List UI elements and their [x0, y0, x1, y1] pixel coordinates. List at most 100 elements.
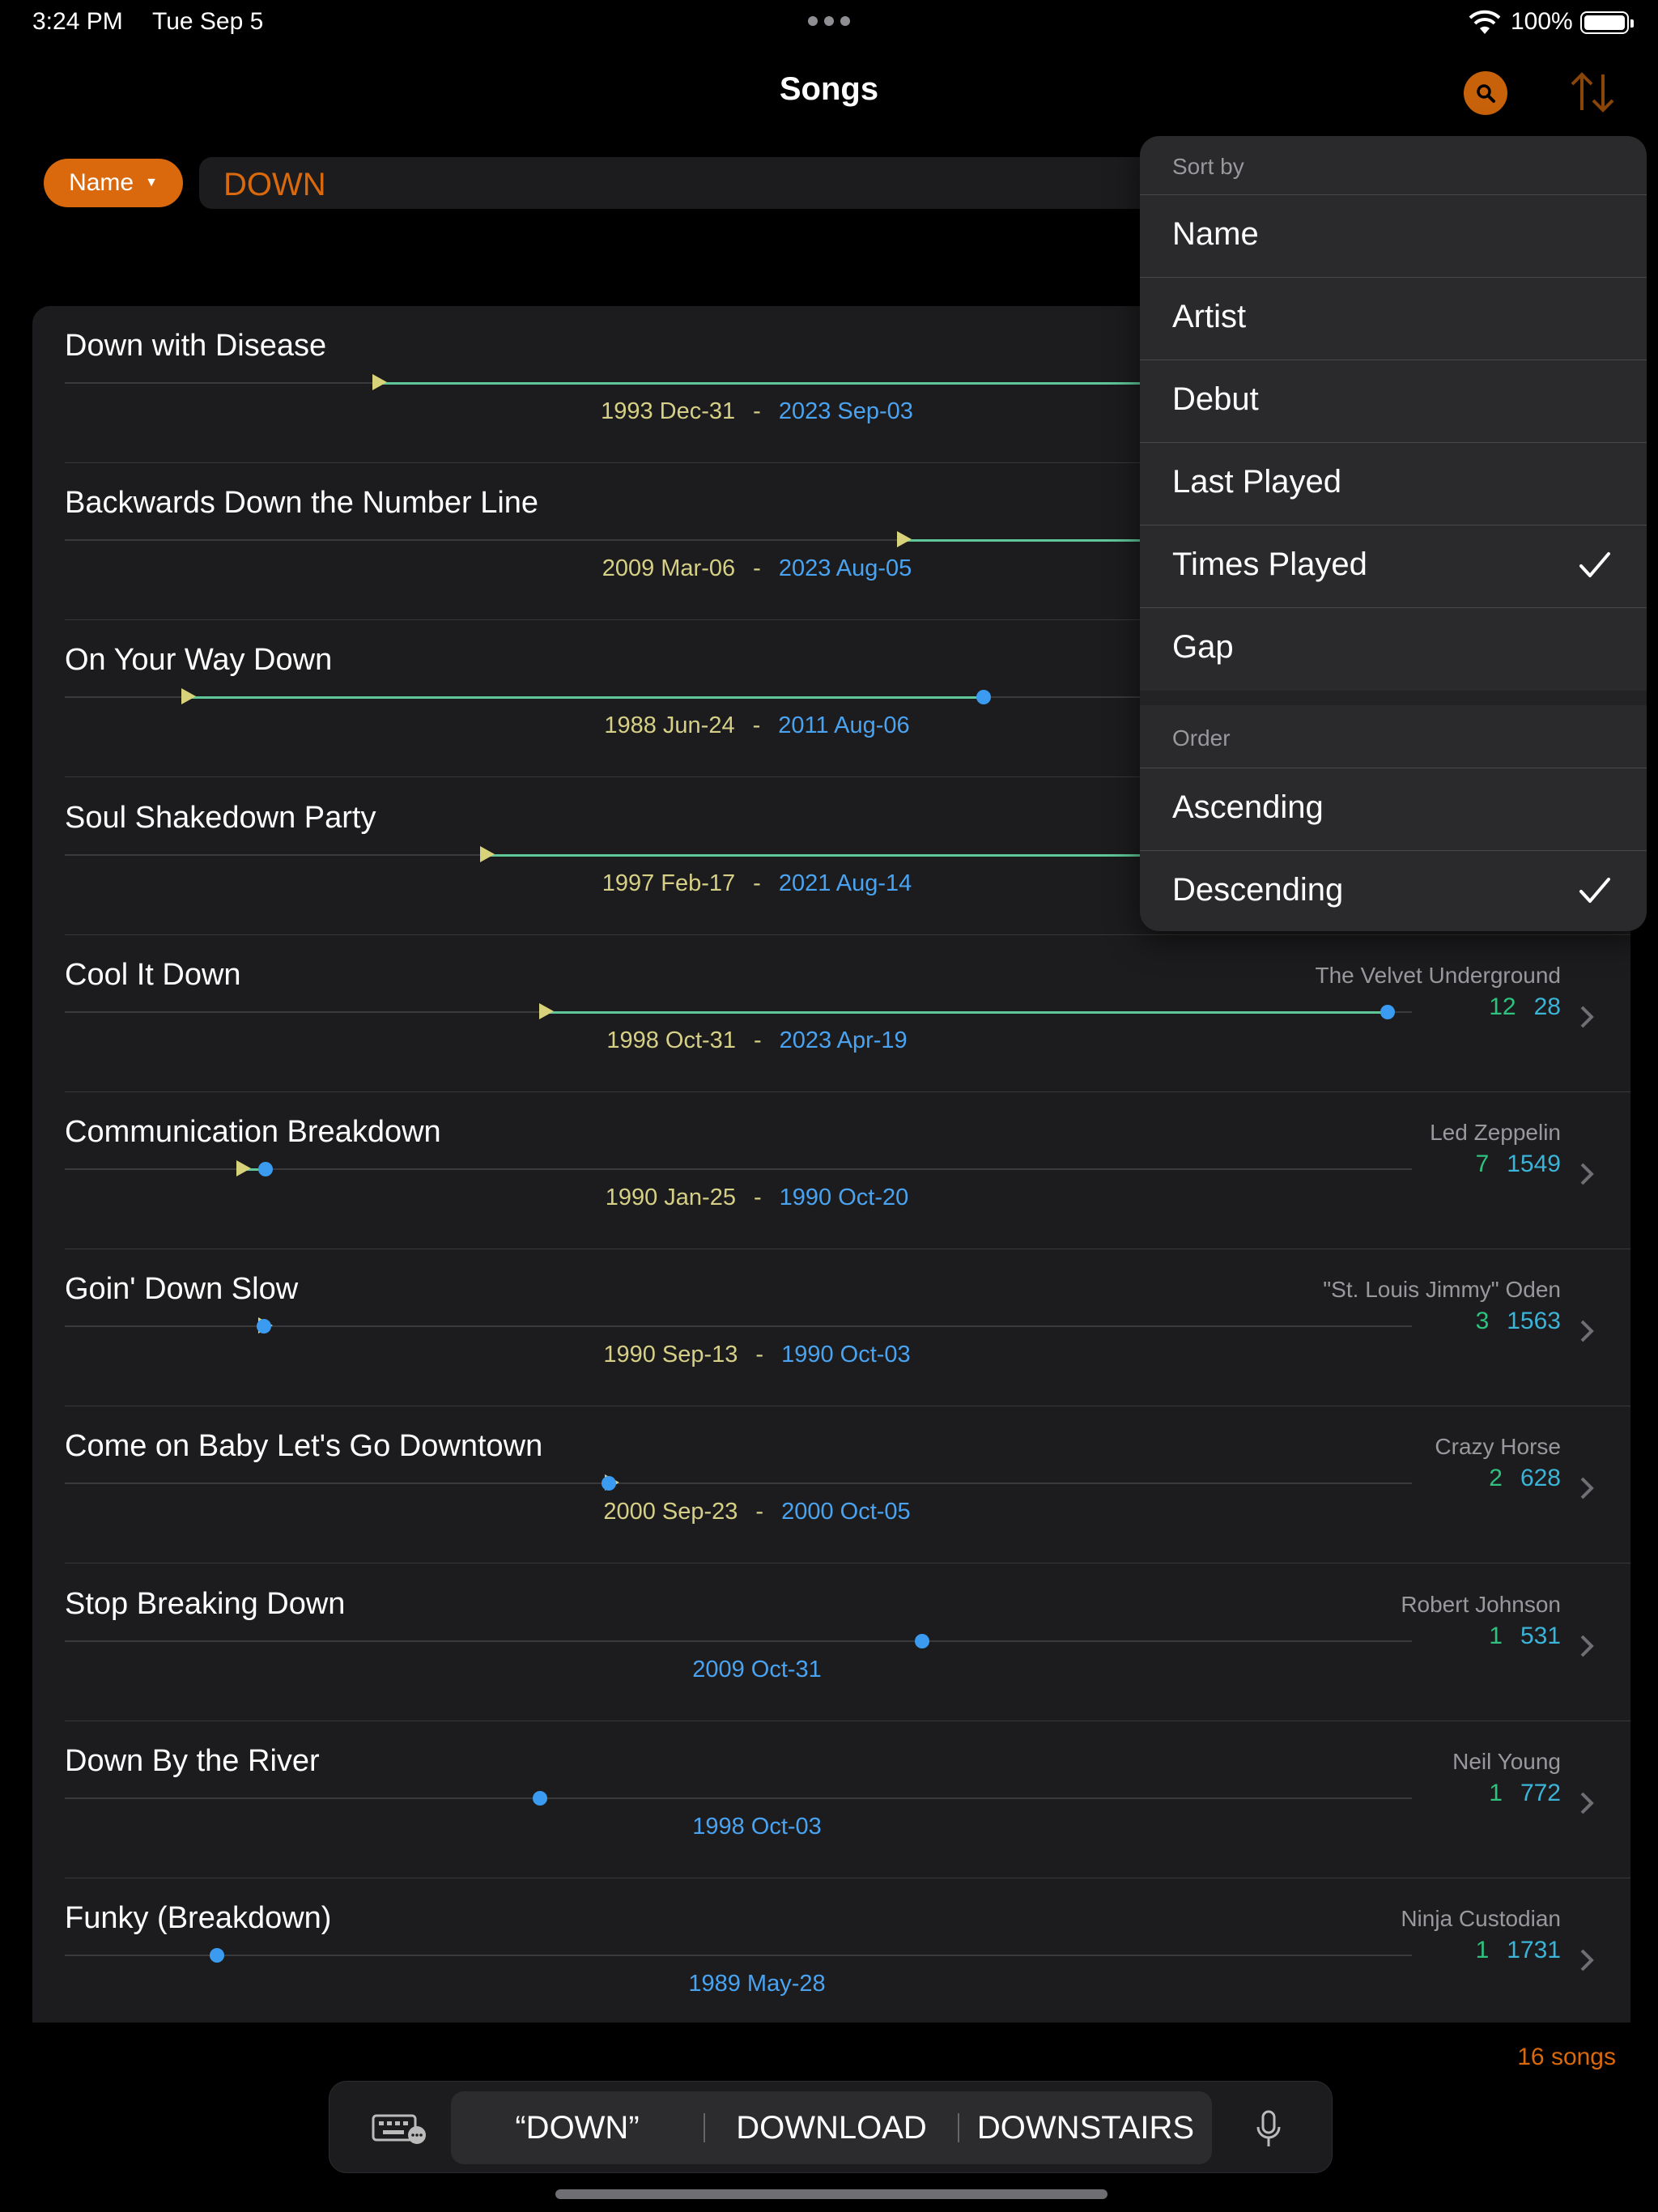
song-title: Stop Breaking Down: [65, 1587, 346, 1621]
order-header: Order: [1172, 725, 1231, 751]
date-range: 1998 Oct-31-2023 Apr-19: [606, 1027, 908, 1053]
last-played-marker: [976, 690, 991, 704]
timeline-track: [65, 1797, 1412, 1799]
filter-field-selector[interactable]: Name ▼: [44, 159, 183, 207]
song-title: Goin' Down Slow: [65, 1272, 299, 1306]
multitasking-dots-icon[interactable]: [808, 16, 853, 26]
debut-date: 1993 Dec-31: [601, 398, 736, 424]
battery-percent: 100%: [1511, 8, 1573, 35]
chevron-right-icon: [1580, 1949, 1594, 1972]
search-button[interactable]: [1464, 71, 1507, 115]
chevron-right-icon: [1580, 1792, 1594, 1814]
suggestion-2[interactable]: DOWNLOAD: [705, 2110, 958, 2146]
suggestion-3[interactable]: DOWNSTAIRS: [959, 2110, 1212, 2146]
last-played-date: 1989 May-28: [688, 1971, 826, 1997]
times-played: 12: [1489, 993, 1516, 1020]
menu-item-label: Descending: [1172, 872, 1344, 908]
song-row[interactable]: Communication Breakdown 1990 Jan-25-1990…: [32, 1092, 1630, 1249]
song-stats: 7 1549: [1476, 1151, 1561, 1178]
keyboard-icon[interactable]: [372, 2112, 428, 2145]
debut-marker: [372, 374, 387, 390]
song-row[interactable]: Down By the River 1998 Oct-03 Neil Young …: [32, 1721, 1630, 1878]
song-artist: Ninja Custodian: [1401, 1906, 1561, 1931]
debut-date: 1990 Jan-25: [605, 1185, 736, 1210]
gap-count: 1549: [1507, 1151, 1561, 1177]
gap-count: 1731: [1507, 1937, 1561, 1963]
song-artist: Neil Young: [1452, 1749, 1561, 1774]
last-played-date: 2023 Sep-03: [778, 398, 913, 424]
keyboard-shortcut-bar: “DOWN” DOWNLOAD DOWNSTAIRS: [329, 2081, 1333, 2173]
debut-date: 2009 Mar-06: [602, 555, 736, 581]
debut-marker: [539, 1003, 555, 1019]
sort-option-name[interactable]: Name: [1140, 194, 1647, 277]
last-played-date: 2011 Aug-06: [778, 713, 910, 738]
sort-option-times-played[interactable]: Times Played: [1140, 525, 1647, 607]
order-option-ascending[interactable]: Ascending: [1140, 768, 1647, 850]
last-played-marker: [915, 1634, 930, 1648]
date-range: 1990 Sep-13-1990 Oct-03: [603, 1342, 911, 1368]
status-bar: 3:24 PM Tue Sep 5 100%: [0, 0, 1658, 45]
date-range: 2000 Sep-23-2000 Oct-05: [603, 1499, 911, 1525]
search-query: DOWN: [223, 167, 326, 202]
menu-item-label: Name: [1172, 216, 1259, 252]
chevron-right-icon: [1580, 1635, 1594, 1657]
menu-item-label: Debut: [1172, 381, 1259, 417]
song-stats: 1 1731: [1476, 1937, 1561, 1964]
checkmark-icon: [1579, 878, 1610, 903]
song-row[interactable]: Funky (Breakdown) 1989 May-28 Ninja Custo…: [32, 1878, 1630, 2023]
sort-option-artist[interactable]: Artist: [1140, 277, 1647, 359]
status-date: Tue Sep 5: [152, 8, 264, 35]
home-indicator[interactable]: [555, 2189, 1107, 2199]
times-played: 1: [1489, 1780, 1503, 1806]
debut-date: 1997 Feb-17: [602, 870, 736, 896]
caret-down-icon: ▼: [145, 176, 158, 189]
song-title: Down By the River: [65, 1744, 320, 1778]
song-artist: Robert Johnson: [1401, 1592, 1561, 1617]
date-range: 1989 May-28: [32, 1971, 1482, 1997]
sort-option-gap[interactable]: Gap: [1140, 607, 1647, 690]
search-icon: [1477, 84, 1495, 103]
debut-marker: [181, 688, 197, 704]
menu-item-label: Ascending: [1172, 789, 1324, 825]
sort-option-debut[interactable]: Debut: [1140, 359, 1647, 442]
microphone-icon[interactable]: [1252, 2109, 1285, 2150]
song-count: 16 songs: [1517, 2044, 1616, 2070]
song-title: Soul Shakedown Party: [65, 801, 376, 835]
sort-arrows-icon[interactable]: [1566, 68, 1619, 117]
last-played-date: 1998 Oct-03: [692, 1814, 822, 1840]
last-played-date: 2023 Apr-19: [779, 1027, 908, 1053]
menu-item-label: Artist: [1172, 299, 1247, 334]
times-played: 3: [1475, 1308, 1490, 1334]
song-row[interactable]: Goin' Down Slow 1990 Sep-13-1990 Oct-03 "…: [32, 1249, 1630, 1406]
debut-date: 1988 Jun-24: [604, 713, 735, 738]
song-title: Come on Baby Let's Go Downtown: [65, 1429, 543, 1463]
page-title: Songs: [779, 71, 879, 107]
timeline-track: [65, 1640, 1412, 1642]
order-option-descending[interactable]: Descending: [1140, 850, 1647, 931]
checkmark-icon: [1579, 552, 1610, 577]
gap-count: 28: [1533, 993, 1561, 1020]
debut-marker: [236, 1160, 252, 1176]
menu-item-label: Times Played: [1172, 547, 1367, 582]
song-artist: Crazy Horse: [1435, 1434, 1561, 1459]
chevron-right-icon: [1580, 1320, 1594, 1342]
gap-count: 1563: [1507, 1308, 1561, 1334]
song-title: Cool It Down: [65, 958, 241, 992]
last-played-marker: [257, 1162, 273, 1176]
debut-marker: [480, 846, 495, 862]
times-played: 2: [1489, 1465, 1503, 1491]
suggestion-1[interactable]: “DOWN”: [451, 2110, 704, 2146]
song-row[interactable]: Come on Baby Let's Go Downtown 2000 Sep-…: [32, 1406, 1630, 1563]
chevron-right-icon: [1580, 1163, 1594, 1185]
battery-icon: [1580, 11, 1634, 34]
chevron-right-icon: [1580, 1477, 1594, 1499]
menu-item-label: Gap: [1172, 629, 1234, 665]
song-artist: "St. Louis Jimmy" Oden: [1323, 1277, 1561, 1302]
song-row[interactable]: Cool It Down 1998 Oct-31-2023 Apr-19 The …: [32, 935, 1630, 1092]
song-row[interactable]: Stop Breaking Down 2009 Oct-31 Robert Joh…: [32, 1564, 1630, 1721]
song-stats: 1 772: [1489, 1780, 1561, 1807]
timeline-span: [185, 696, 984, 699]
song-stats: 2 628: [1489, 1465, 1561, 1492]
sort-option-last-played[interactable]: Last Played: [1140, 442, 1647, 525]
gap-count: 531: [1520, 1623, 1561, 1649]
